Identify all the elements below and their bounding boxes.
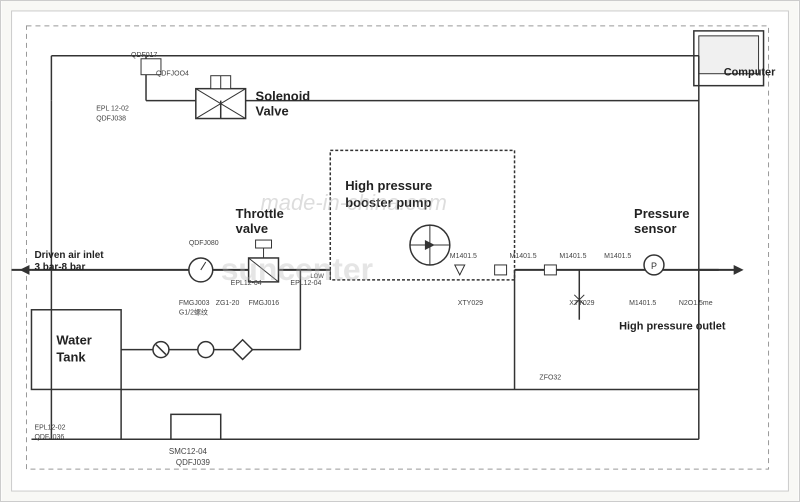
qdfj080-label: QDFJ080 [189,240,219,247]
driven-air-label: Driven air inlet [34,250,104,261]
m1401-label3: M1401.5 [559,253,586,260]
xty-label1: XTY029 [458,300,483,307]
qdfj004-label: QDFJOO4 [156,71,189,78]
zg1-label: ZG1-20 [216,300,240,307]
solenoid-valve-label2: Valve [256,104,289,119]
n2o-label: N2O1.5me [679,300,713,307]
computer-label: Computer [724,67,776,79]
m1401-label1: M1401.5 [450,253,477,260]
qdfj036-label: QDFJ036 [34,434,64,441]
watermark: made-in-china.com [261,190,447,215]
fmgj016-label: FMGJ016 [249,300,280,307]
fmgj-label: FMGJ003 [179,300,210,307]
epl-label4: EPL12-02 [34,424,65,431]
hp-outlet-label: High pressure outlet [619,321,726,333]
pressure-sensor-label2: sensor [634,221,676,236]
qdf017-label: QDF017 [131,52,157,59]
throttle-valve-label2: valve [236,221,268,236]
qdfj039-label: QDFJ039 [176,458,211,467]
water-tank-label2: Tank [56,350,86,365]
g1-label: G1/2螺纹 [179,308,208,317]
zf032-label: ZFO32 [539,374,561,381]
water-tank-label: Water [56,333,91,348]
svg-text:P: P [651,261,657,271]
diagram-container: Computer Water Tank QDF017 [0,0,800,502]
m1401-label4: M1401.5 [604,253,631,260]
qdfj-label1: QDFJ038 [96,116,126,123]
m1401-label5: M1401.5 [629,300,656,307]
driven-air-label2: 3 bar-8 bar [34,262,85,273]
m1401-label2: M1401.5 [510,253,537,260]
epl-label1: EPL 12-02 [96,106,129,113]
suncenter-watermark: suncenter [221,251,373,287]
xty-label2: XTY029 [569,300,594,307]
pressure-sensor-label: Pressure [634,206,689,221]
solenoid-valve-label: Solenoid [256,89,311,104]
smc-label: SMC12-04 [169,447,208,456]
